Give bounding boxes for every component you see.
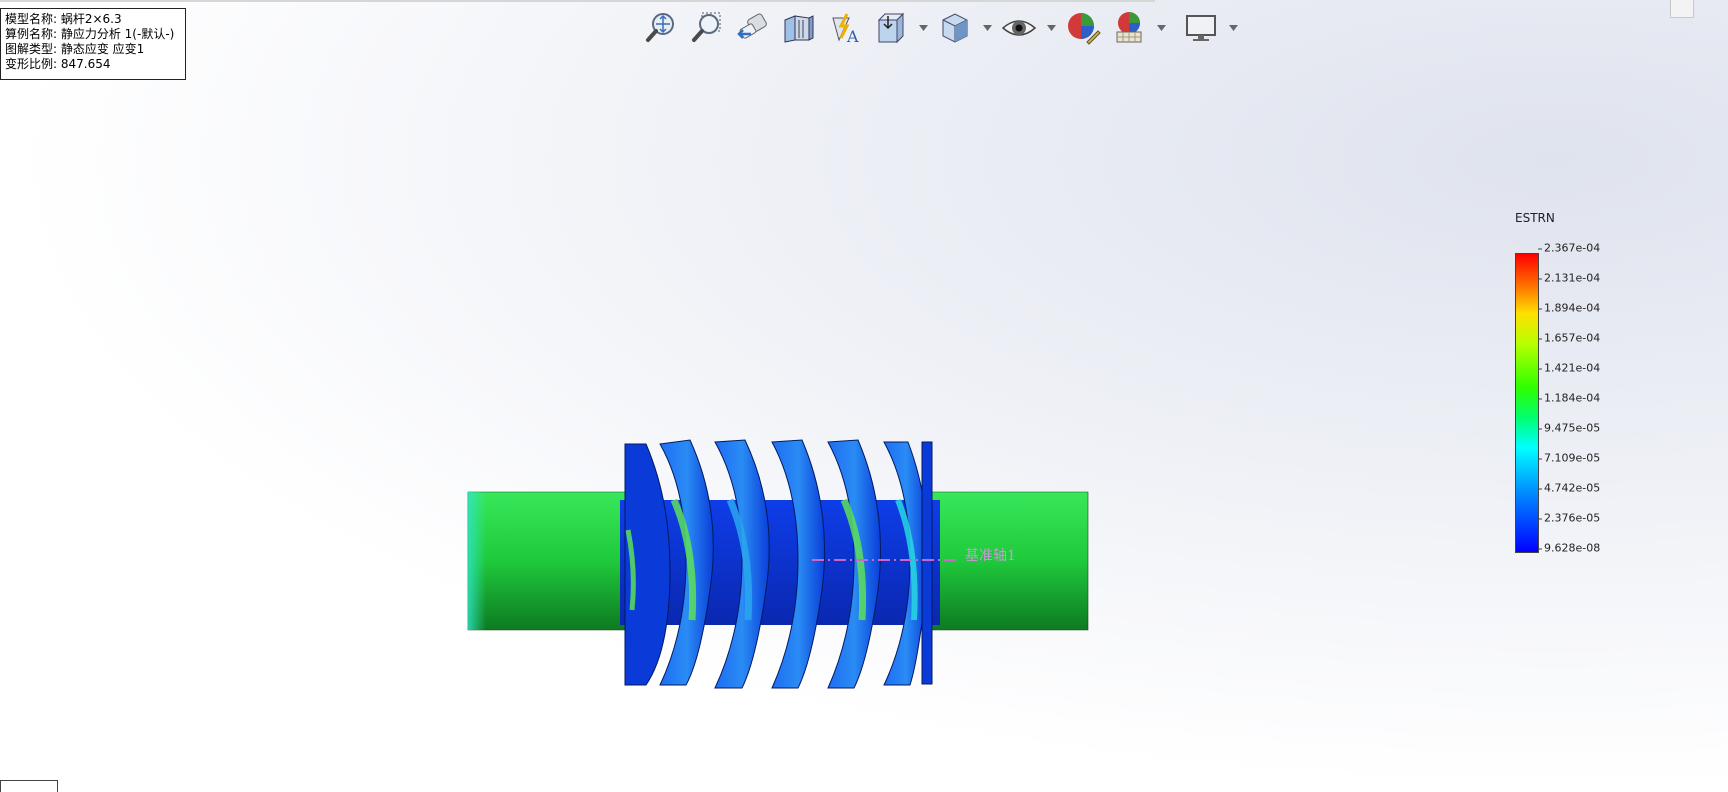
view-settings-button[interactable] [1180,7,1222,49]
section-view-icon [784,15,814,43]
legend-label: 9.475e-05 [1537,421,1601,435]
monitor-icon [1186,15,1216,41]
hide-show-items-button[interactable] [998,7,1040,49]
edit-appearance-button[interactable] [1062,7,1104,49]
dynamic-annotation-views-button[interactable]: A [824,7,866,49]
display-style-dropdown[interactable] [980,7,994,49]
apply-scene-icon [1116,12,1142,43]
worm-shaft-model[interactable] [460,430,1100,700]
legend-color-bar [1515,253,1539,553]
zoom-to-area-button[interactable] [686,7,728,49]
zoom-to-area-icon [692,12,721,42]
edit-appearance-icon [1068,13,1101,45]
legend-label: 1.421e-04 [1537,361,1601,375]
previous-view-button[interactable] [732,7,774,49]
study-name-text: 算例名称: 静应力分析 1(-默认-) [5,27,175,41]
legend-label: 1.657e-04 [1537,331,1601,345]
legend-label: 2.367e-04 [1537,241,1601,255]
legend-label: 7.109e-05 [1537,451,1601,465]
view-orientation-dropdown[interactable] [916,7,930,49]
legend-label: 2.376e-05 [1537,511,1601,525]
chevron-down-icon [982,25,992,31]
chevron-down-icon [1046,25,1056,31]
view-settings-dropdown[interactable] [1226,7,1240,49]
bottom-panel-tab[interactable] [0,780,58,792]
svg-text:A: A [846,27,859,46]
legend-label: 1.894e-04 [1537,301,1601,315]
study-info-box: 模型名称: 蜗杆2×6.3 算例名称: 静应力分析 1(-默认-) 图解类型: … [0,8,186,80]
legend-label: 2.131e-04 [1537,271,1601,285]
feature-manager-edge [0,0,1155,2]
apply-scene-dropdown[interactable] [1154,7,1168,49]
datum-axis-label: 基准轴1 [965,548,1016,564]
zoom-to-fit-icon [646,13,674,42]
heads-up-view-toolbar: A [640,6,1240,50]
display-style-button[interactable] [934,7,976,49]
section-view-button[interactable] [778,7,820,49]
chevron-down-icon [1156,25,1166,31]
view-orientation-button[interactable] [870,7,912,49]
model-name-text: 模型名称: 蜗杆2×6.3 [5,12,122,26]
restore-window-button[interactable] [1670,0,1694,18]
chevron-down-icon [918,25,928,31]
chevron-down-icon [1228,25,1238,31]
legend-label: 9.628e-08 [1537,541,1601,555]
legend-label: 4.742e-05 [1537,481,1601,495]
view-orientation-icon [877,12,905,44]
hide-show-items-dropdown[interactable] [1044,7,1058,49]
previous-view-icon [737,13,767,39]
plot-type-text: 图解类型: 静态应变 应变1 [5,42,145,56]
graphics-viewport[interactable]: 模型名称: 蜗杆2×6.3 算例名称: 静应力分析 1(-默认-) 图解类型: … [0,0,1728,792]
zoom-to-fit-button[interactable] [640,7,682,49]
eye-icon [1001,20,1037,36]
legend-label: 1.184e-04 [1537,391,1601,405]
legend-title: ESTRN [1515,211,1555,225]
display-style-icon [942,13,968,43]
dynamic-annotation-views-icon: A [832,13,859,46]
apply-scene-button[interactable] [1108,7,1150,49]
deformation-scale-text: 变形比例: 847.654 [5,57,111,71]
